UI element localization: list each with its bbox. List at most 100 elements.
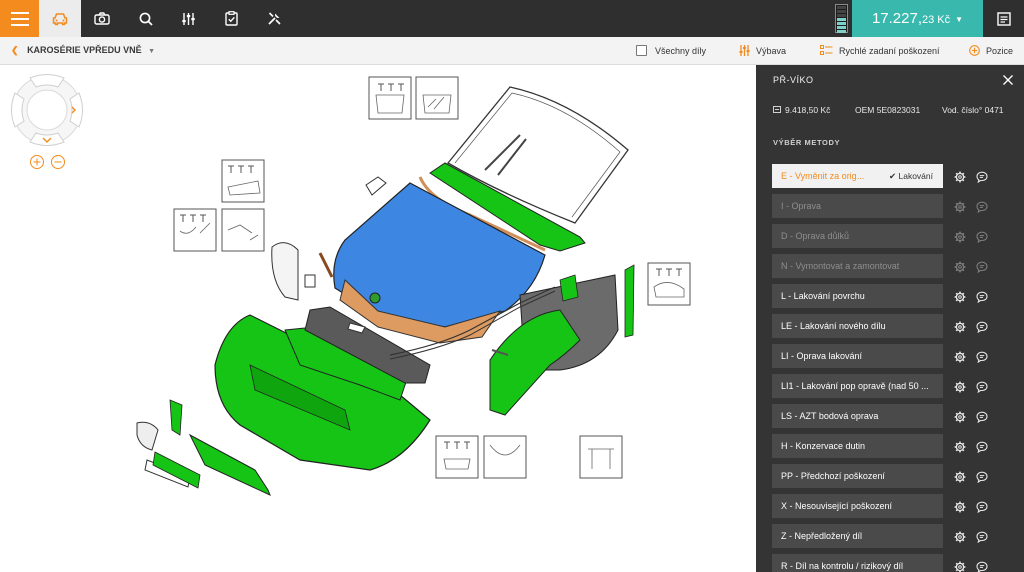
method-label: LI - Oprava lakování <box>781 351 863 361</box>
method-button[interactable]: LI1 - Lakování pop opravě (nad 50 ... <box>772 374 943 398</box>
parts-diagram-canvas[interactable] <box>0 65 756 572</box>
gear-icon[interactable] <box>954 230 966 243</box>
method-button[interactable]: D - Oprava důlků <box>772 224 943 248</box>
section-heading: VÝBĚR METODY <box>773 138 841 147</box>
tools-button[interactable] <box>253 0 295 37</box>
total-price-dropdown[interactable]: 17.227, 23 Kč ▼ <box>852 0 983 37</box>
check-icon: ✔ <box>889 171 899 181</box>
gear-icon[interactable] <box>954 470 966 483</box>
breadcrumb-label: KAROSÉRIE VPŘEDU VNĚ <box>27 45 142 55</box>
quick-damage-button[interactable]: Rychlé zadaní poškození <box>820 45 940 56</box>
method-row: Z - Nepředložený díl <box>772 524 1008 548</box>
method-label: L - Lakování povrchu <box>781 291 865 301</box>
sub-header: ❮ KAROSÉRIE VPŘEDU VNĚ ▼ Všechny díly Vý… <box>0 37 1024 65</box>
method-button[interactable]: LE - Lakování nového dílu <box>772 314 943 338</box>
method-button[interactable]: H - Konzervace dutin <box>772 434 943 458</box>
gear-icon[interactable] <box>954 200 966 213</box>
caret-down-icon: ▼ <box>955 15 964 24</box>
menu-icon <box>10 11 29 26</box>
gear-icon[interactable] <box>954 290 966 303</box>
method-button[interactable]: R - Díl na kontrolu / rizikový díl <box>772 554 943 572</box>
total-price-main: 17.227, <box>871 10 922 27</box>
chevron-left-icon[interactable]: ❮ <box>11 45 19 55</box>
all-parts-checkbox[interactable]: Všechny díly <box>636 45 706 56</box>
price-tag-icon <box>773 106 781 113</box>
comment-icon[interactable] <box>976 380 988 394</box>
parts-diagram <box>11 74 691 496</box>
all-parts-label: Všechny díly <box>655 45 707 56</box>
method-row: N - Vymontovat a zamontovat <box>772 254 1008 278</box>
paint-tag[interactable]: ✔ Lakování <box>889 164 933 188</box>
method-label: Z - Nepředložený díl <box>781 531 863 541</box>
method-label: PP - Předchozí poškození <box>781 471 885 481</box>
method-label: LS - AZT bodová oprava <box>781 411 879 421</box>
comment-icon[interactable] <box>976 290 988 304</box>
gear-icon[interactable] <box>954 410 966 423</box>
plus-circle-icon <box>969 45 980 56</box>
comment-icon[interactable] <box>976 440 988 454</box>
method-button[interactable]: X - Nesouvisející poškození <box>772 494 943 518</box>
gear-icon[interactable] <box>954 440 966 453</box>
method-button[interactable]: PP - Předchozí poškození <box>772 464 943 488</box>
comment-icon[interactable] <box>976 200 988 214</box>
part-water-number: Vod. číslo° 0471 <box>942 105 1004 115</box>
level-gauge <box>835 4 848 33</box>
checklist-button[interactable] <box>210 0 252 37</box>
method-row: D - Oprava důlků <box>772 224 1008 248</box>
comment-icon[interactable] <box>976 170 988 184</box>
method-row: E - Vyměnit za orig... ✔ Lakování <box>772 164 1008 188</box>
settings-sliders-button[interactable] <box>167 0 209 37</box>
menu-button[interactable] <box>0 0 39 37</box>
close-icon[interactable] <box>1002 74 1014 86</box>
equipment-label: Výbava <box>756 45 787 56</box>
gear-icon[interactable] <box>954 530 966 543</box>
add-position-button[interactable]: Pozice <box>969 45 1013 56</box>
method-label: E - Vyměnit za orig... <box>781 171 865 181</box>
comment-icon[interactable] <box>976 500 988 514</box>
method-button[interactable]: I - Oprava <box>772 194 943 218</box>
notes-icon <box>996 11 1011 26</box>
method-button[interactable]: LS - AZT bodová oprava <box>772 404 943 428</box>
breadcrumb[interactable]: ❮ KAROSÉRIE VPŘEDU VNĚ ▼ <box>11 45 155 56</box>
gear-icon[interactable] <box>954 350 966 363</box>
sliders-icon <box>181 12 195 25</box>
method-row: LS - AZT bodová oprava <box>772 404 1008 428</box>
comment-icon[interactable] <box>976 530 988 544</box>
zoom-in-button[interactable] <box>30 155 44 169</box>
method-button[interactable]: Z - Nepředložený díl <box>772 524 943 548</box>
part-thumbnail <box>579 435 623 479</box>
camera-button[interactable] <box>81 0 123 37</box>
method-button[interactable]: LI - Oprava lakování <box>772 344 943 368</box>
app-window: 17.227, 23 Kč ▼ ❮ KAROSÉRIE VPŘEDU VNĚ ▼… <box>0 0 1024 572</box>
notes-button[interactable] <box>983 0 1024 37</box>
comment-icon[interactable] <box>976 560 988 572</box>
method-label: LE - Lakování nového dílu <box>781 321 886 331</box>
comment-icon[interactable] <box>976 260 988 274</box>
gear-icon[interactable] <box>954 560 966 572</box>
pan-control[interactable] <box>11 74 83 146</box>
method-label: R - Díl na kontrolu / rizikový díl <box>781 561 904 571</box>
method-button[interactable]: N - Vymontovat a zamontovat <box>772 254 943 278</box>
gear-icon[interactable] <box>954 170 966 183</box>
clipboard-check-icon <box>224 11 238 26</box>
equipment-button[interactable]: Výbava <box>739 45 786 56</box>
comment-icon[interactable] <box>976 320 988 334</box>
comment-icon[interactable] <box>976 350 988 364</box>
comment-icon[interactable] <box>976 410 988 424</box>
gear-icon[interactable] <box>954 380 966 393</box>
gear-icon[interactable] <box>954 500 966 513</box>
comment-icon[interactable] <box>976 230 988 244</box>
checkbox-box[interactable] <box>636 45 647 56</box>
method-row: H - Konzervace dutin <box>772 434 1008 458</box>
method-row: L - Lakování povrchu <box>772 284 1008 308</box>
method-row: R - Díl na kontrolu / rizikový díl <box>772 554 1008 572</box>
method-row: I - Oprava <box>772 194 1008 218</box>
method-button[interactable]: L - Lakování povrchu <box>772 284 943 308</box>
zoom-out-button[interactable] <box>51 155 65 169</box>
gear-icon[interactable] <box>954 320 966 333</box>
method-button[interactable]: E - Vyměnit za orig... ✔ Lakování <box>772 164 943 188</box>
comment-icon[interactable] <box>976 470 988 484</box>
search-button[interactable] <box>125 0 167 37</box>
gear-icon[interactable] <box>954 260 966 273</box>
car-tab-button[interactable] <box>39 0 81 37</box>
